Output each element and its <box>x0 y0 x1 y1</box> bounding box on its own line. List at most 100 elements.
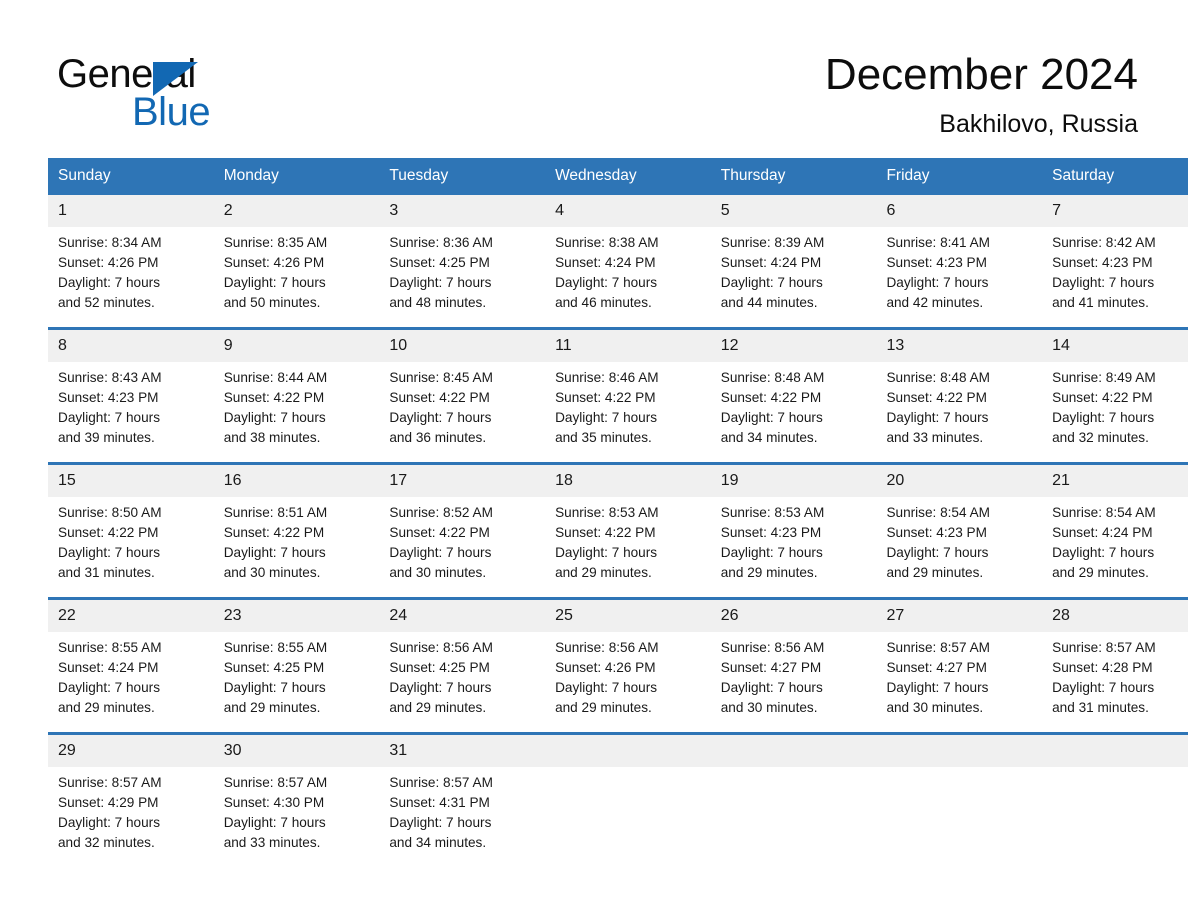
day-cell[interactable]: Sunrise: 8:53 AM Sunset: 4:22 PM Dayligh… <box>545 497 711 599</box>
day-number[interactable]: 11 <box>545 327 711 362</box>
sunrise-text: Sunrise: 8:56 AM <box>389 640 493 655</box>
sunrise-text: Sunrise: 8:52 AM <box>389 505 493 520</box>
day-number[interactable]: 15 <box>48 462 214 497</box>
day-cell[interactable]: Sunrise: 8:45 AM Sunset: 4:22 PM Dayligh… <box>379 362 546 464</box>
sunset-text: Sunset: 4:22 PM <box>223 390 325 405</box>
day-cell[interactable]: Sunrise: 8:57 AM Sunset: 4:29 PM Dayligh… <box>48 767 214 867</box>
day-cell[interactable]: Sunrise: 8:39 AM Sunset: 4:24 PM Dayligh… <box>710 227 877 329</box>
day-cell[interactable]: Sunrise: 8:36 AM Sunset: 4:25 PM Dayligh… <box>379 227 546 329</box>
weekday-header-wednesday: Wednesday <box>545 158 711 195</box>
day-number[interactable]: 5 <box>710 195 877 227</box>
day-number[interactable]: 4 <box>545 195 711 227</box>
day-number[interactable]: 3 <box>379 195 546 227</box>
sunset-text: Sunset: 4:22 PM <box>886 390 987 405</box>
daylight-text-line1: Daylight: 7 hours <box>389 275 492 290</box>
daylight-text-line2: and 50 minutes. <box>223 295 321 310</box>
day-cell[interactable]: Sunrise: 8:55 AM Sunset: 4:25 PM Dayligh… <box>213 632 380 734</box>
day-cell[interactable]: Sunrise: 8:46 AM Sunset: 4:22 PM Dayligh… <box>545 362 711 464</box>
day-number[interactable]: 13 <box>876 327 1043 362</box>
daylight-text-line1: Daylight: 7 hours <box>886 545 989 560</box>
day-number[interactable]: 16 <box>213 462 380 497</box>
day-number[interactable]: 9 <box>213 327 380 362</box>
day-number[interactable]: 29 <box>48 732 214 767</box>
day-number[interactable]: 17 <box>379 462 546 497</box>
sunset-text: Sunset: 4:22 PM <box>720 390 822 405</box>
daylight-text-line2: and 35 minutes. <box>555 430 652 445</box>
sunset-text: Sunset: 4:23 PM <box>720 525 822 540</box>
week-2-day-numbers: 8 9 10 11 12 13 14 <box>48 327 1188 362</box>
day-cell[interactable]: Sunrise: 8:55 AM Sunset: 4:24 PM Dayligh… <box>48 632 214 734</box>
day-number[interactable]: 2 <box>213 195 380 227</box>
sunset-text: Sunset: 4:26 PM <box>223 255 325 270</box>
day-cell[interactable]: Sunrise: 8:57 AM Sunset: 4:30 PM Dayligh… <box>213 767 380 867</box>
day-number[interactable]: 30 <box>213 732 380 767</box>
day-number[interactable]: 10 <box>379 327 546 362</box>
daylight-text-line1: Daylight: 7 hours <box>58 815 161 830</box>
day-number[interactable]: 31 <box>379 732 546 767</box>
sunrise-text: Sunrise: 8:57 AM <box>1052 640 1156 655</box>
day-cell[interactable]: Sunrise: 8:56 AM Sunset: 4:26 PM Dayligh… <box>545 632 711 734</box>
day-cell[interactable]: Sunrise: 8:41 AM Sunset: 4:23 PM Dayligh… <box>876 227 1043 329</box>
day-cell[interactable]: Sunrise: 8:57 AM Sunset: 4:28 PM Dayligh… <box>1042 632 1188 734</box>
day-cell[interactable]: Sunrise: 8:35 AM Sunset: 4:26 PM Dayligh… <box>213 227 380 329</box>
general-blue-logo[interactable]: General Blue <box>57 52 317 134</box>
day-number[interactable]: 21 <box>1042 462 1188 497</box>
day-cell[interactable]: Sunrise: 8:56 AM Sunset: 4:27 PM Dayligh… <box>710 632 877 734</box>
day-number[interactable]: 12 <box>710 327 877 362</box>
day-cell[interactable]: Sunrise: 8:54 AM Sunset: 4:23 PM Dayligh… <box>876 497 1043 599</box>
day-number[interactable]: 25 <box>545 597 711 632</box>
day-cell[interactable]: Sunrise: 8:51 AM Sunset: 4:22 PM Dayligh… <box>213 497 380 599</box>
calendar-header-row: Sunday Monday Tuesday Wednesday Thursday… <box>48 158 1188 195</box>
daylight-text-line1: Daylight: 7 hours <box>58 680 161 695</box>
day-number[interactable]: 26 <box>710 597 877 632</box>
daylight-text-line1: Daylight: 7 hours <box>720 275 823 290</box>
daylight-text-line1: Daylight: 7 hours <box>58 410 161 425</box>
day-cell[interactable]: Sunrise: 8:52 AM Sunset: 4:22 PM Dayligh… <box>379 497 546 599</box>
day-cell[interactable]: Sunrise: 8:48 AM Sunset: 4:22 PM Dayligh… <box>710 362 877 464</box>
day-number[interactable]: 19 <box>710 462 877 497</box>
day-cell[interactable]: Sunrise: 8:43 AM Sunset: 4:23 PM Dayligh… <box>48 362 214 464</box>
day-number[interactable]: 20 <box>876 462 1043 497</box>
sunset-text: Sunset: 4:29 PM <box>58 795 159 810</box>
day-cell[interactable]: Sunrise: 8:53 AM Sunset: 4:23 PM Dayligh… <box>710 497 877 599</box>
daylight-text-line1: Daylight: 7 hours <box>886 275 989 290</box>
week-5-day-details: Sunrise: 8:57 AM Sunset: 4:29 PM Dayligh… <box>48 767 1188 867</box>
daylight-text-line2: and 33 minutes. <box>886 430 984 445</box>
day-number[interactable]: 18 <box>545 462 711 497</box>
weekday-header-thursday: Thursday <box>710 158 877 195</box>
day-cell[interactable]: Sunrise: 8:54 AM Sunset: 4:24 PM Dayligh… <box>1042 497 1188 599</box>
day-number[interactable]: 24 <box>379 597 546 632</box>
sunset-text: Sunset: 4:23 PM <box>1052 255 1153 270</box>
day-cell[interactable]: Sunrise: 8:50 AM Sunset: 4:22 PM Dayligh… <box>48 497 214 599</box>
day-cell[interactable]: Sunrise: 8:34 AM Sunset: 4:26 PM Dayligh… <box>48 227 214 329</box>
day-cell[interactable]: Sunrise: 8:56 AM Sunset: 4:25 PM Dayligh… <box>379 632 546 734</box>
day-number[interactable]: 6 <box>876 195 1043 227</box>
day-cell[interactable]: Sunrise: 8:57 AM Sunset: 4:31 PM Dayligh… <box>379 767 546 867</box>
day-number[interactable]: 22 <box>48 597 214 632</box>
daylight-text-line1: Daylight: 7 hours <box>720 410 823 425</box>
daylight-text-line1: Daylight: 7 hours <box>720 545 823 560</box>
daylight-text-line1: Daylight: 7 hours <box>555 545 658 560</box>
title-block: December 2024 Bakhilovo, Russia <box>825 48 1138 140</box>
day-cell[interactable]: Sunrise: 8:57 AM Sunset: 4:27 PM Dayligh… <box>876 632 1043 734</box>
day-cell[interactable]: Sunrise: 8:49 AM Sunset: 4:22 PM Dayligh… <box>1042 362 1188 464</box>
day-number[interactable]: 23 <box>213 597 380 632</box>
daylight-text-line2: and 39 minutes. <box>58 430 155 445</box>
day-cell[interactable]: Sunrise: 8:38 AM Sunset: 4:24 PM Dayligh… <box>545 227 711 329</box>
sunset-text: Sunset: 4:23 PM <box>886 255 987 270</box>
week-2-day-details: Sunrise: 8:43 AM Sunset: 4:23 PM Dayligh… <box>48 362 1188 464</box>
day-cell[interactable]: Sunrise: 8:44 AM Sunset: 4:22 PM Dayligh… <box>213 362 380 464</box>
sunset-text: Sunset: 4:25 PM <box>389 660 490 675</box>
day-cell[interactable]: Sunrise: 8:48 AM Sunset: 4:22 PM Dayligh… <box>876 362 1043 464</box>
day-number[interactable]: 7 <box>1042 195 1188 227</box>
day-number[interactable]: 14 <box>1042 327 1188 362</box>
day-cell[interactable]: Sunrise: 8:42 AM Sunset: 4:23 PM Dayligh… <box>1042 227 1188 329</box>
calendar-week-5: 29 30 31 Sunrise: 8:57 AM Sunset: 4:29 P… <box>48 732 1188 867</box>
day-number[interactable]: 8 <box>48 327 214 362</box>
day-number[interactable]: 28 <box>1042 597 1188 632</box>
daylight-text-line1: Daylight: 7 hours <box>1052 680 1155 695</box>
sunrise-text: Sunrise: 8:45 AM <box>389 370 493 385</box>
day-number[interactable]: 1 <box>48 195 214 227</box>
daylight-text-line2: and 33 minutes. <box>223 835 321 850</box>
day-number[interactable]: 27 <box>876 597 1043 632</box>
